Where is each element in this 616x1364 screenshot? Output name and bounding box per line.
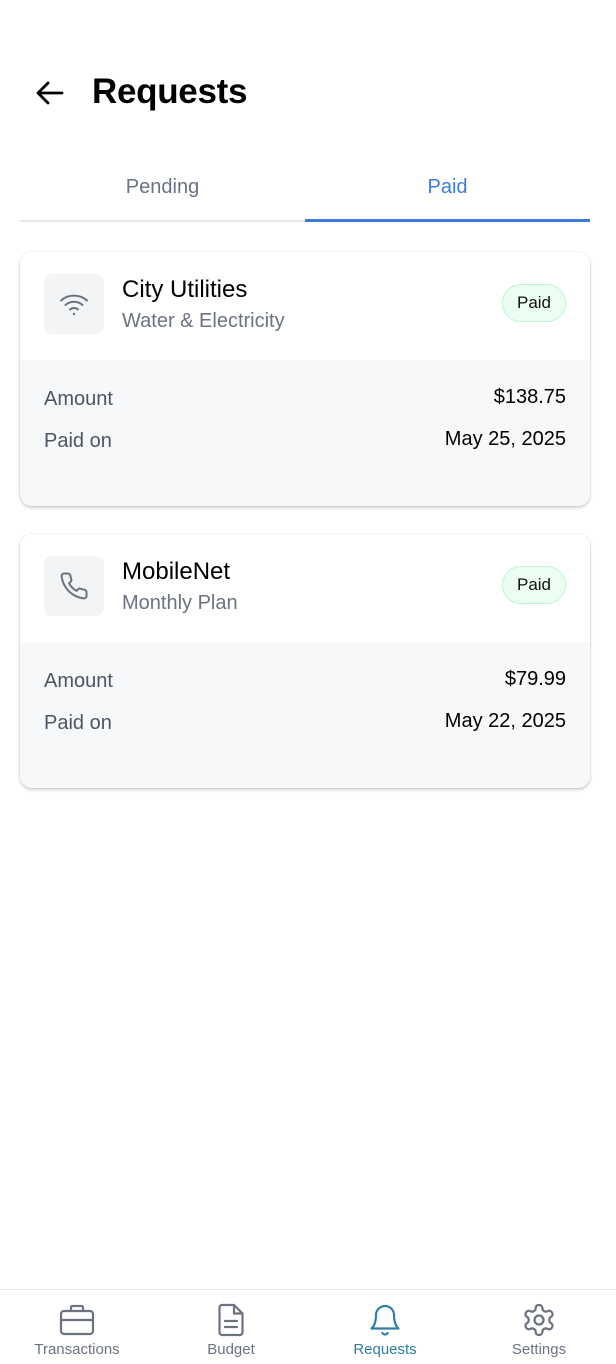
nav-item-requests[interactable]: Requests [308, 1290, 462, 1364]
nav-label: Settings [511, 1341, 567, 1358]
request-details: Amount $138.75 Paid on May 25, 2025 [20, 360, 590, 506]
request-icon-tile [44, 274, 104, 334]
request-icon-tile [44, 556, 104, 616]
wifi-icon [60, 294, 88, 316]
amount-value: $138.75 [493, 386, 566, 408]
request-title: MobileNet [122, 558, 231, 585]
nav-item-budget[interactable]: Budget [154, 1290, 308, 1364]
briefcase-icon [59, 1304, 95, 1336]
request-title: City Utilities [122, 276, 248, 303]
bell-icon [370, 1304, 400, 1336]
tab-bar: Pending Paid [20, 160, 590, 222]
request-card-header: City Utilities Water & Electricity Paid [20, 252, 590, 360]
gear-icon [524, 1303, 554, 1337]
nav-label: Transactions [34, 1341, 120, 1358]
bottom-nav: Transactions Budget Requests Settings [0, 1289, 616, 1364]
request-card[interactable]: MobileNet Monthly Plan Paid Amount $79.9… [20, 534, 590, 788]
request-subtitle: Monthly Plan [122, 592, 238, 614]
paid-on-label: Paid on [44, 712, 112, 734]
request-details: Amount $79.99 Paid on May 22, 2025 [20, 642, 590, 788]
app-root: Requests Pending Paid City Utilities Wat… [0, 0, 616, 1364]
phone-icon [60, 572, 88, 600]
page-title: Requests [92, 72, 248, 111]
document-icon [218, 1303, 244, 1337]
nav-item-settings[interactable]: Settings [462, 1290, 616, 1364]
back-button[interactable] [30, 76, 70, 110]
request-subtitle: Water & Electricity [122, 310, 285, 332]
paid-on-label: Paid on [44, 430, 112, 452]
amount-label: Amount [44, 388, 113, 410]
nav-item-transactions[interactable]: Transactions [0, 1290, 154, 1364]
paid-on-value: May 22, 2025 [444, 710, 566, 732]
tab-pending[interactable]: Pending [20, 160, 305, 220]
paid-on-value: May 25, 2025 [444, 428, 566, 450]
request-card[interactable]: City Utilities Water & Electricity Paid … [20, 252, 590, 506]
status-badge: Paid [502, 284, 566, 322]
status-badge: Paid [502, 566, 566, 604]
arrow-left-icon [36, 81, 64, 105]
nav-label: Requests [353, 1341, 417, 1358]
tab-paid[interactable]: Paid [305, 160, 590, 222]
nav-label: Budget [207, 1341, 255, 1358]
amount-value: $79.99 [504, 668, 566, 690]
header: Requests [0, 60, 616, 126]
request-card-header: MobileNet Monthly Plan Paid [20, 534, 590, 642]
amount-label: Amount [44, 670, 113, 692]
